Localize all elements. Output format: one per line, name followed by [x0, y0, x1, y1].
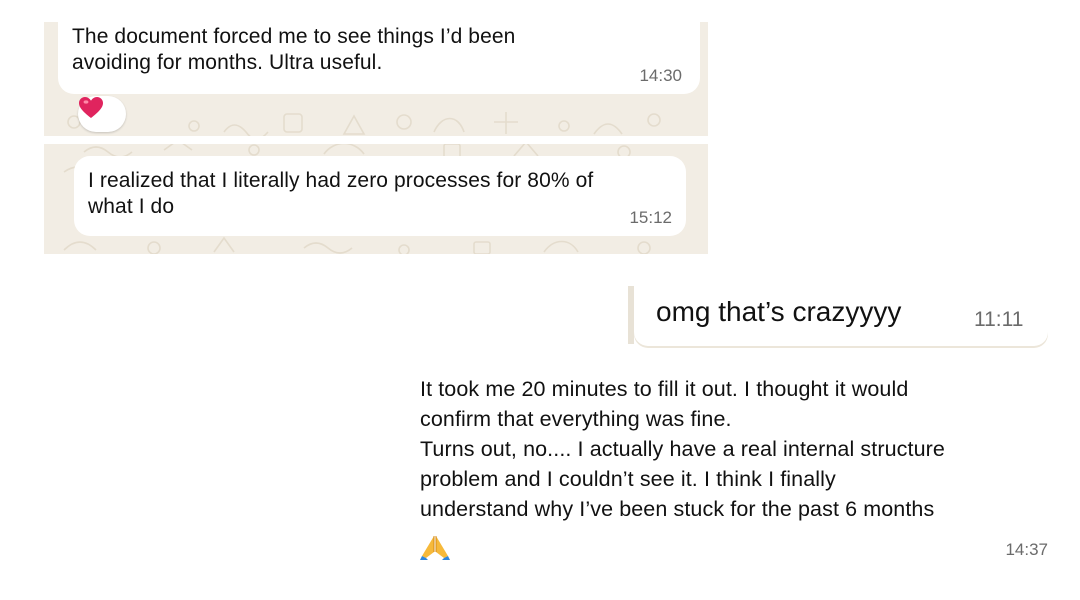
chat-screenshot: The document forced me to see things I’d… [0, 0, 1080, 600]
message-line: Turns out, no.... I actually have a real… [420, 437, 945, 461]
message-bubble-received[interactable]: I realized that I literally had zero pro… [74, 156, 686, 236]
message-bubble-sent[interactable]: omg that’s crazyyyy 11:11 [634, 284, 1048, 346]
message-line: understand why I’ve been stuck for the p… [420, 497, 935, 521]
message-line: problem and I couldn’t see it. I think I… [420, 467, 836, 491]
message-text: It took me 20 minutes to fill it out. I … [420, 374, 945, 524]
message-reaction[interactable] [78, 96, 126, 132]
message-timestamp: 15:12 [629, 208, 672, 227]
message-line: avoiding for months. Ultra useful. [72, 51, 383, 74]
folded-hands-emoji-icon [420, 534, 450, 560]
message-line: I realized that I literally had zero pro… [88, 169, 594, 192]
message-line: what I do [88, 195, 175, 218]
message-bubble-received[interactable]: The document forced me to see things I’d… [58, 22, 700, 94]
message-timestamp: 14:30 [639, 66, 682, 85]
message-bubble-sent[interactable]: It took me 20 minutes to fill it out. I … [408, 368, 1056, 570]
message-text: The document forced me to see things I’d… [72, 24, 515, 76]
message-line: confirm that everything was fine. [420, 407, 732, 431]
chat-divider [44, 136, 708, 144]
message-line: It took me 20 minutes to fill it out. I … [420, 377, 909, 401]
message-line: The document forced me to see things I’d… [72, 25, 516, 48]
heart-emoji-icon [79, 97, 103, 118]
message-timestamp: 14:37 [1005, 540, 1048, 559]
message-timestamp: 11:11 [974, 308, 1024, 331]
chat-wallpaper-top: The document forced me to see things I’d… [44, 22, 708, 254]
message-text: omg that’s crazyyyy [656, 296, 902, 327]
message-text: I realized that I literally had zero pro… [88, 168, 593, 220]
